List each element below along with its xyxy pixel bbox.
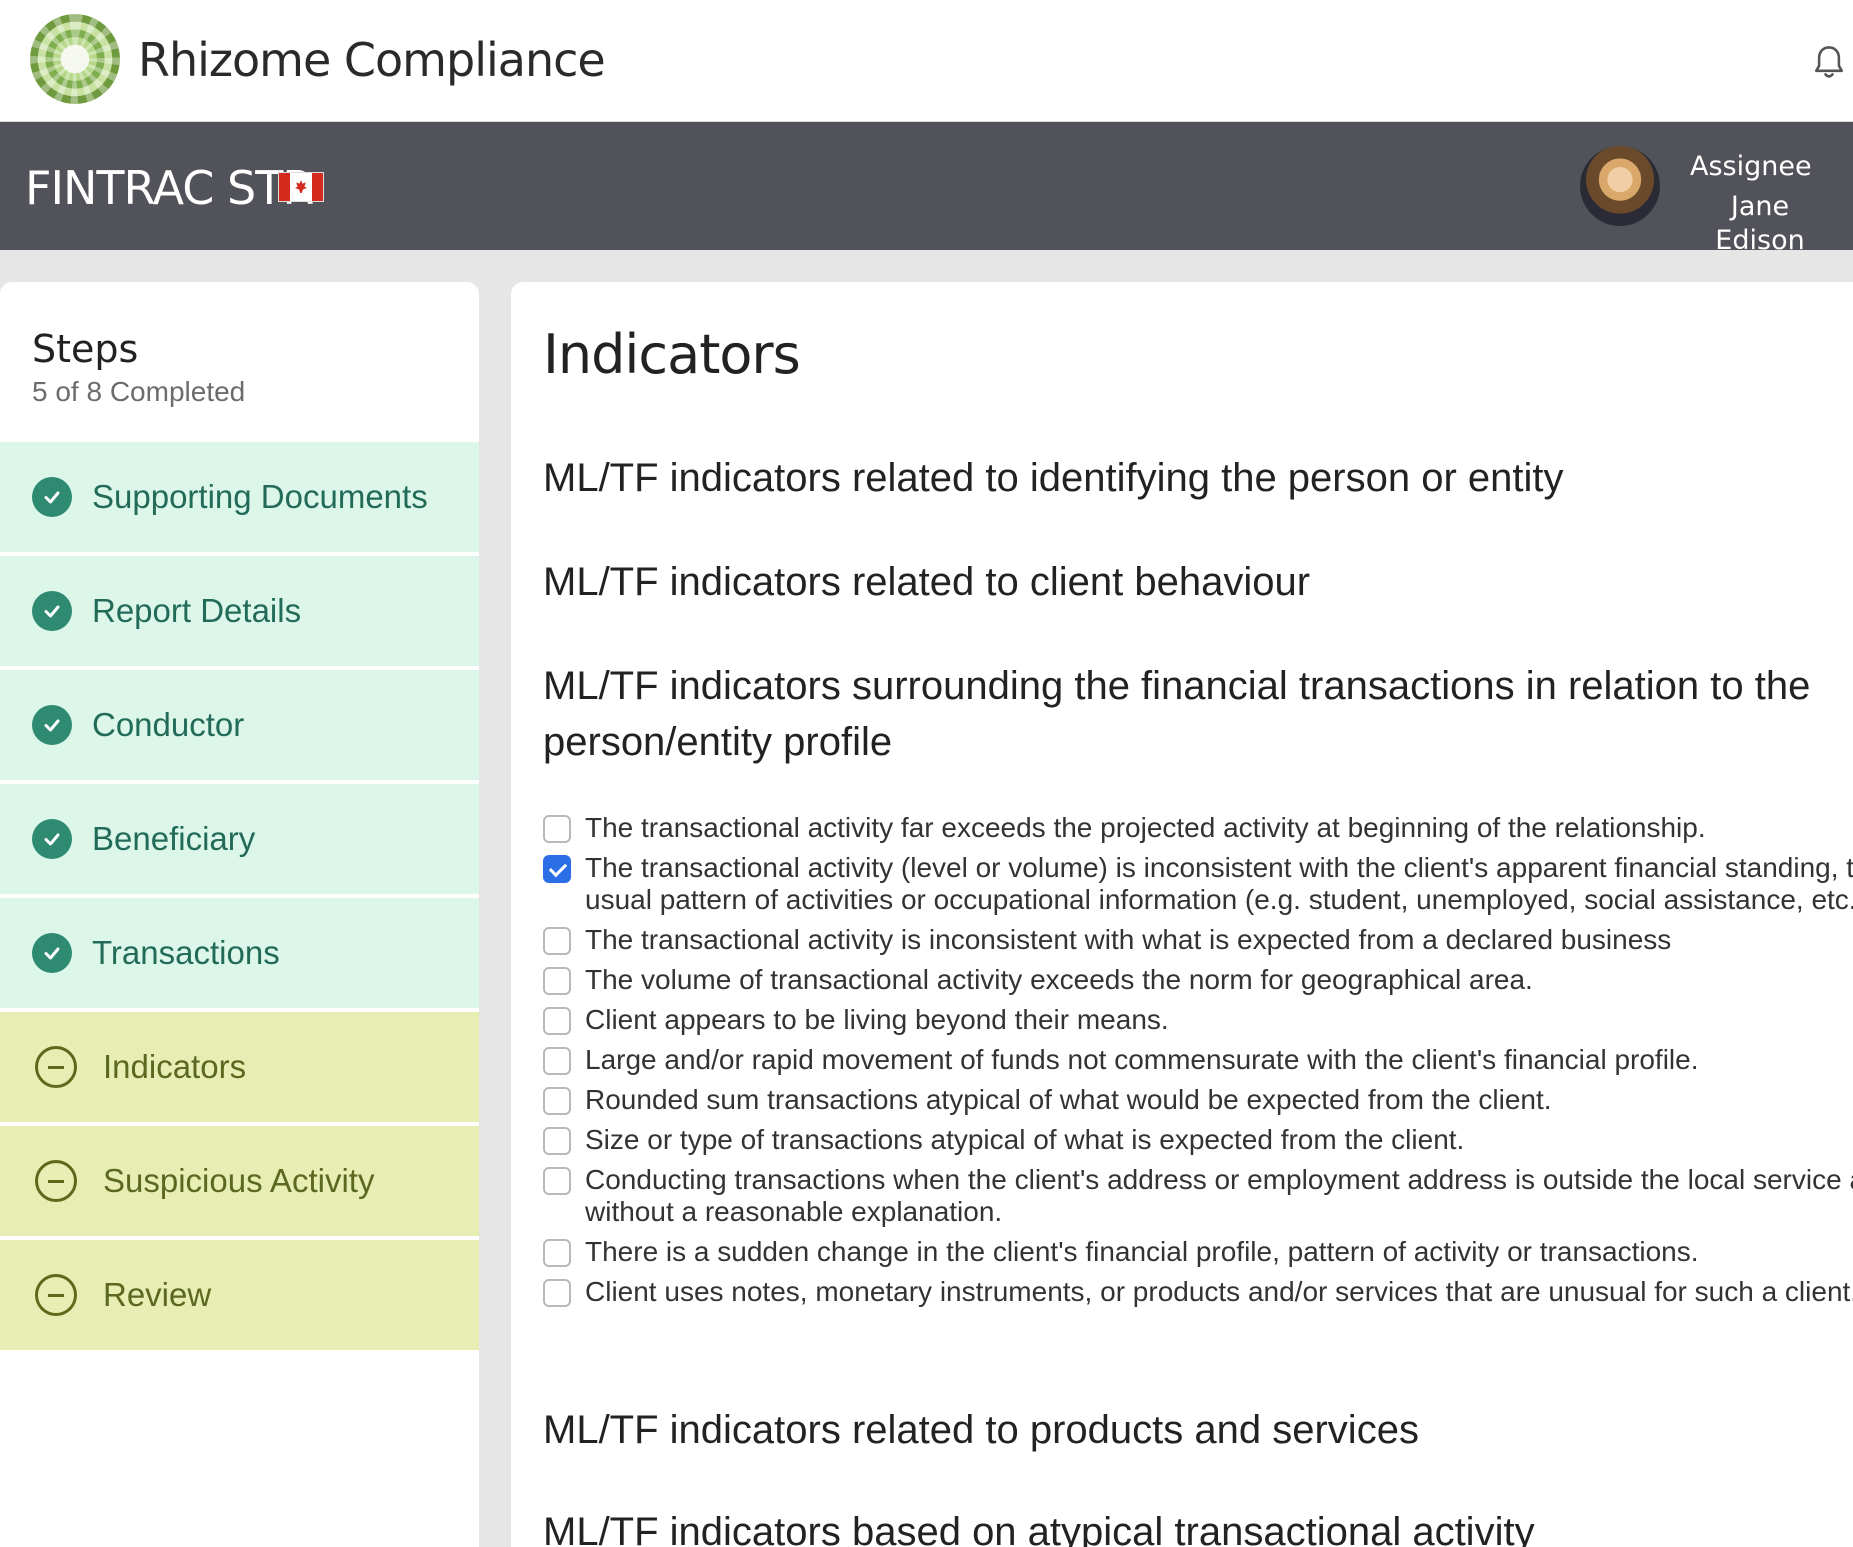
indicator-list: The transactional activity far exceeds t…: [543, 812, 1853, 1316]
check-circle-icon: [32, 819, 72, 859]
checkbox[interactable]: [543, 815, 571, 843]
checkbox[interactable]: [543, 967, 571, 995]
checkbox[interactable]: [543, 1087, 571, 1115]
step-label: Review: [103, 1276, 212, 1313]
form-title: FINTRAC STR: [25, 161, 314, 215]
indicator-item[interactable]: The volume of transactional activity exc…: [543, 964, 1853, 996]
indicator-text: Large and/or rapid movement of funds not…: [585, 1044, 1699, 1075]
page-title: Indicators: [543, 323, 801, 386]
step-label: Transactions: [92, 934, 280, 971]
app-title: Rhizome Compliance: [138, 33, 606, 87]
indicator-text: Client appears to be living beyond their…: [585, 1004, 1169, 1035]
indicator-item[interactable]: The transactional activity is inconsiste…: [543, 924, 1853, 956]
check-circle-icon: [32, 591, 72, 631]
check-circle-icon: [32, 933, 72, 973]
checkbox[interactable]: [543, 927, 571, 955]
section-atypical-activity[interactable]: ML/TF indicators based on atypical trans…: [543, 1504, 1853, 1547]
step-indicators[interactable]: Indicators: [0, 1012, 479, 1124]
indicator-text: Size or type of transactions atypical of…: [585, 1124, 1465, 1155]
step-suspicious-activity[interactable]: Suspicious Activity: [0, 1126, 479, 1238]
indicator-item[interactable]: Conducting transactions when the client'…: [543, 1164, 1853, 1228]
indicator-item[interactable]: Rounded sum transactions atypical of wha…: [543, 1084, 1853, 1116]
step-label: Indicators: [103, 1048, 247, 1085]
indicator-text: Client uses notes, monetary instruments,…: [585, 1276, 1853, 1307]
minus-circle-icon: [35, 1274, 77, 1316]
indicator-item[interactable]: There is a sudden change in the client's…: [543, 1236, 1853, 1268]
indicator-item[interactable]: Large and/or rapid movement of funds not…: [543, 1044, 1853, 1076]
section-financial-transactions[interactable]: ML/TF indicators surrounding the financi…: [543, 658, 1853, 770]
step-supporting-documents[interactable]: Supporting Documents: [0, 442, 479, 554]
indicator-text: Rounded sum transactions atypical of wha…: [585, 1084, 1552, 1115]
step-label: Report Details: [92, 592, 302, 629]
assignee-label: Assignee: [1690, 151, 1812, 182]
canada-flag-icon: [278, 172, 324, 202]
section-identifying-person[interactable]: ML/TF indicators related to identifying …: [543, 450, 1853, 506]
main-panel: Indicators ML/TF indicators related to i…: [511, 282, 1853, 1547]
checkbox[interactable]: [543, 1167, 571, 1195]
step-label: Conductor: [92, 706, 245, 743]
indicator-text: The transactional activity far exceeds t…: [585, 812, 1706, 843]
minus-circle-icon: [35, 1160, 77, 1202]
indicator-text: The transactional activity (level or vol…: [585, 852, 1853, 915]
checkbox[interactable]: [543, 1239, 571, 1267]
minus-circle-icon: [35, 1046, 77, 1088]
checkbox[interactable]: [543, 1007, 571, 1035]
step-transactions[interactable]: Transactions: [0, 898, 479, 1010]
step-label: Beneficiary: [92, 820, 256, 857]
check-circle-icon: [32, 477, 72, 517]
indicator-item[interactable]: Client uses notes, monetary instruments,…: [543, 1276, 1853, 1308]
assignee-name[interactable]: Jane Edison: [1690, 190, 1830, 258]
step-label: Suspicious Activity: [103, 1162, 375, 1199]
step-report-details[interactable]: Report Details: [0, 556, 479, 668]
indicator-text: The transactional activity is inconsiste…: [585, 924, 1672, 955]
bell-icon[interactable]: [1812, 44, 1846, 82]
checkbox-checked[interactable]: [543, 855, 571, 883]
indicator-text: The volume of transactional activity exc…: [585, 964, 1533, 995]
indicator-text: Conducting transactions when the client'…: [585, 1164, 1853, 1227]
step-label: Supporting Documents: [92, 478, 428, 515]
step-beneficiary[interactable]: Beneficiary: [0, 784, 479, 896]
checkbox[interactable]: [543, 1279, 571, 1307]
step-review[interactable]: Review: [0, 1240, 479, 1352]
section-client-behaviour[interactable]: ML/TF indicators related to client behav…: [543, 554, 1853, 610]
checkbox[interactable]: [543, 1047, 571, 1075]
rhizome-logo[interactable]: [30, 14, 120, 104]
steps-sidebar: Steps 5 of 8 Completed Supporting Docume…: [0, 282, 479, 1547]
indicator-text: There is a sudden change in the client's…: [585, 1236, 1699, 1267]
checkbox[interactable]: [543, 1127, 571, 1155]
section-products-services[interactable]: ML/TF indicators related to products and…: [543, 1402, 1853, 1458]
indicator-item[interactable]: The transactional activity far exceeds t…: [543, 812, 1853, 844]
check-circle-icon: [32, 705, 72, 745]
step-conductor[interactable]: Conductor: [0, 670, 479, 782]
steps-title: Steps: [32, 327, 139, 371]
indicator-item[interactable]: Client appears to be living beyond their…: [543, 1004, 1853, 1036]
indicator-item[interactable]: Size or type of transactions atypical of…: [543, 1124, 1853, 1156]
indicator-item[interactable]: The transactional activity (level or vol…: [543, 852, 1853, 916]
top-bar: Rhizome Compliance: [0, 0, 1853, 122]
assignee-avatar[interactable]: [1580, 146, 1660, 226]
steps-progress: 5 of 8 Completed: [32, 376, 246, 407]
